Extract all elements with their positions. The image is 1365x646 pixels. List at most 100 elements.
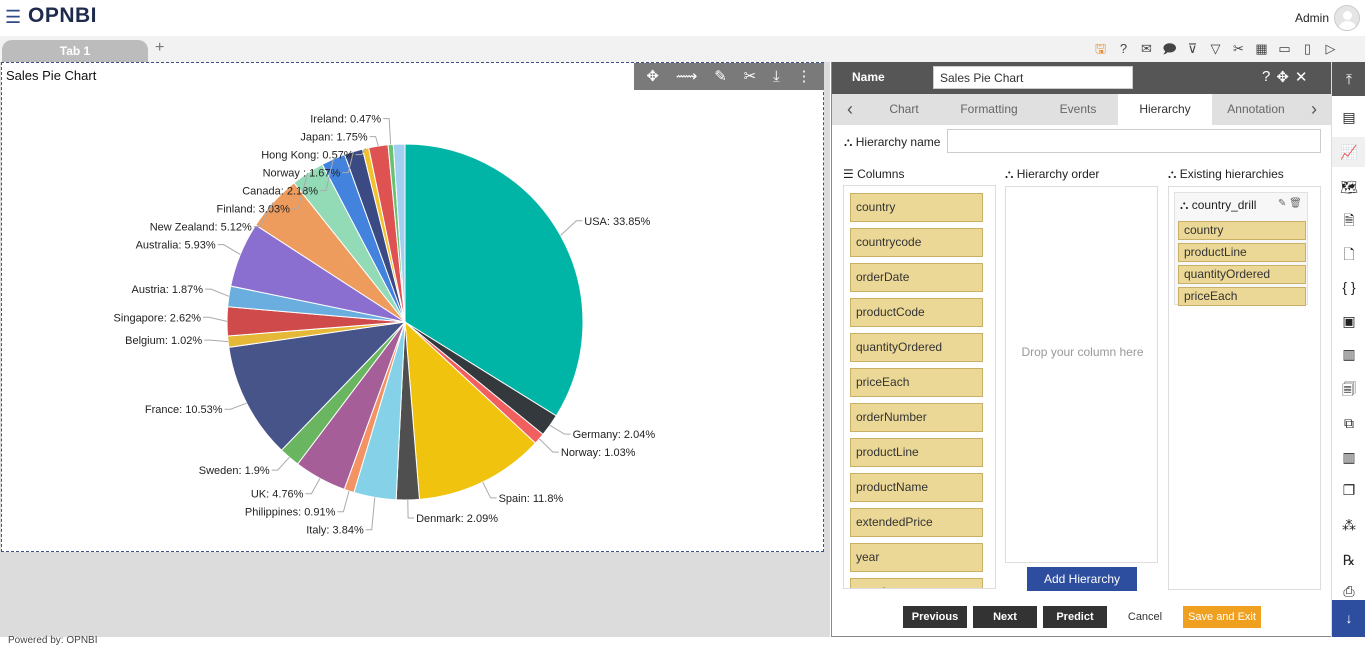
more-icon[interactable]: ⋮ <box>797 63 812 90</box>
predict-button[interactable]: Predict <box>1043 606 1107 628</box>
widget-toolbar: ✥ ⟿ ✎ ✂ ⤓ ⋮ <box>634 63 824 90</box>
label-leader-line <box>383 118 392 145</box>
column-item[interactable]: productCode <box>850 298 983 327</box>
image-icon[interactable]: ▣ <box>1332 306 1365 336</box>
mail-icon[interactable]: ✉ <box>1138 40 1155 57</box>
table-icon[interactable]: ▤ <box>1332 102 1365 132</box>
column-item[interactable]: orderNumber <box>850 403 983 432</box>
tab-hierarchy[interactable]: Hierarchy <box>1118 94 1212 125</box>
existing-hierarchies-title: ⛬ Existing hierarchies <box>1168 167 1284 181</box>
cancel-button[interactable]: Cancel <box>1113 606 1177 628</box>
name-label: Name <box>852 70 885 84</box>
user-name[interactable]: Admin <box>1295 11 1329 25</box>
pie-chart: Ireland: 0.47% Japan: 1.75% Hong Kong: 0.5… <box>114 114 656 537</box>
panel-header-icons: ? ✥ ✕ <box>1262 68 1308 86</box>
download-icon[interactable]: ↓ <box>1332 600 1365 637</box>
edit-icon[interactable]: ✎ <box>714 63 727 90</box>
cubes-icon[interactable]: ⁂ <box>1332 510 1365 540</box>
move-icon[interactable]: ✥ <box>1276 68 1289 86</box>
column-item[interactable]: country <box>850 193 983 222</box>
column-item[interactable]: priceEach <box>850 368 983 397</box>
add-hierarchy-button[interactable]: Add Hierarchy <box>1027 567 1137 591</box>
column-item[interactable]: month <box>850 578 983 588</box>
column-item[interactable]: productName <box>850 473 983 502</box>
tab-formatting[interactable]: Formatting <box>944 94 1034 125</box>
report-icon[interactable]: ▥ <box>1332 339 1365 369</box>
tab-1[interactable]: Tab 1 <box>2 40 148 62</box>
filter-icon[interactable]: ▽ <box>1207 40 1224 57</box>
hierarchy-item: priceEach <box>1178 287 1306 306</box>
collapse-up-icon[interactable]: ⤒ <box>1332 62 1365 96</box>
sitemap-icon: ⛬ <box>1168 167 1180 181</box>
tabs-left-arrow[interactable]: ‹ <box>840 94 860 125</box>
help-icon[interactable]: ? <box>1115 40 1132 57</box>
name-input[interactable] <box>933 66 1133 89</box>
label-leader-line <box>482 481 497 499</box>
app-logo[interactable]: OPNBI <box>28 4 97 28</box>
help-icon[interactable]: ? <box>1262 68 1270 86</box>
hierarchy-group: ⛬ country_drill ✎ 🗑 country productLine … <box>1174 192 1308 306</box>
save-icon[interactable]: 🖫 <box>1092 40 1109 57</box>
label-leader-line <box>560 220 583 236</box>
link-icon[interactable]: ⧉ <box>1332 408 1365 438</box>
widget-title: Sales Pie Chart <box>6 68 97 83</box>
tab-annotation[interactable]: Annotation <box>1216 94 1296 125</box>
settings-icon[interactable]: ✂ <box>1230 40 1247 57</box>
chart-icon[interactable]: 📈 <box>1332 137 1365 167</box>
play-icon[interactable]: ▷ <box>1322 40 1339 57</box>
tab-chart[interactable]: Chart <box>868 94 940 125</box>
tabs-right-arrow[interactable]: › <box>1304 94 1324 125</box>
link-icon[interactable]: ⟿ <box>676 63 698 90</box>
slice-label: Sweden: 1.9% <box>199 465 270 477</box>
sitemap-icon: ⛬ <box>1180 198 1192 212</box>
clear-filter-icon[interactable]: ⊽ <box>1184 40 1201 57</box>
download-icon[interactable]: ⤓ <box>773 63 780 90</box>
add-tab-button[interactable]: + <box>155 39 164 57</box>
hierarchy-title: ⛬ country_drill <box>1180 198 1257 212</box>
file-icon[interactable]: 🗐 <box>1332 374 1365 404</box>
doc-icon[interactable]: 🗎 <box>1332 205 1365 235</box>
label-leader-line <box>205 288 230 297</box>
column-item[interactable]: productLine <box>850 438 983 467</box>
slice-label: UK: 4.76% <box>251 489 304 501</box>
column-item[interactable]: year <box>850 543 983 572</box>
columns-list[interactable]: country countrycode orderDate productCod… <box>843 185 996 589</box>
slice-label: Italy: 3.84% <box>306 525 364 537</box>
tools-icon[interactable]: ✂ <box>744 63 757 90</box>
column-item[interactable]: extendedPrice <box>850 508 983 537</box>
close-icon[interactable]: ✕ <box>1295 68 1308 86</box>
page-icon[interactable]: 🗋 <box>1332 239 1365 269</box>
existing-hierarchies-list: ⛬ country_drill ✎ 🗑 country productLine … <box>1168 186 1321 590</box>
delete-icon[interactable]: 🗑 <box>1289 198 1302 209</box>
next-button[interactable]: Next <box>973 606 1037 628</box>
previous-button[interactable]: Previous <box>903 606 967 628</box>
column-item[interactable]: quantityOrdered <box>850 333 983 362</box>
code-icon[interactable]: { } <box>1332 272 1365 302</box>
hierarchy-actions: ✎ 🗑 <box>1278 198 1302 209</box>
slice-label: Spain: 11.8% <box>499 493 564 505</box>
hierarchy-name-input[interactable] <box>947 129 1321 153</box>
column-item[interactable]: countrycode <box>850 228 983 257</box>
comment-icon[interactable]: 🗩 <box>1161 40 1178 57</box>
hierarchy-drop-zone[interactable]: Drop your column here <box>1005 186 1158 563</box>
devices-icon[interactable]: ▯ <box>1299 40 1316 57</box>
avatar[interactable] <box>1334 5 1360 31</box>
chart-widget[interactable]: Sales Pie Chart ✥ ⟿ ✎ ✂ ⤓ ⋮ Ireland: 0.4… <box>1 62 824 552</box>
right-sidebar: ⤒ ▤ 📈 🗺 🗎 🗋 { } ▣ ▥ 🗐 ⧉ ▥ ❐ ⁂ ℞ ⎙ ↓ <box>1331 62 1365 637</box>
label-leader-line <box>217 244 241 255</box>
edit-icon[interactable]: ✎ <box>1278 198 1286 209</box>
map-icon[interactable]: 🗺 <box>1332 172 1365 202</box>
menu-icon[interactable]: ☰ <box>5 8 21 26</box>
copy-icon[interactable]: ❐ <box>1332 475 1365 505</box>
save-exit-button[interactable]: Save and Exit <box>1183 606 1261 628</box>
bar-chart-icon[interactable]: ▥ <box>1332 442 1365 472</box>
move-icon[interactable]: ✥ <box>646 63 659 90</box>
dashboard-canvas: Sales Pie Chart ✥ ⟿ ✎ ✂ ⤓ ⋮ Ireland: 0.4… <box>0 62 830 637</box>
table-icon[interactable]: ▦ <box>1253 40 1270 57</box>
tab-events[interactable]: Events <box>1038 94 1118 125</box>
label-leader-line <box>337 490 350 513</box>
rx-icon[interactable]: ℞ <box>1332 545 1365 575</box>
hierarchy-item: country <box>1178 221 1306 240</box>
column-item[interactable]: orderDate <box>850 263 983 292</box>
screen-icon[interactable]: ▭ <box>1276 40 1293 57</box>
